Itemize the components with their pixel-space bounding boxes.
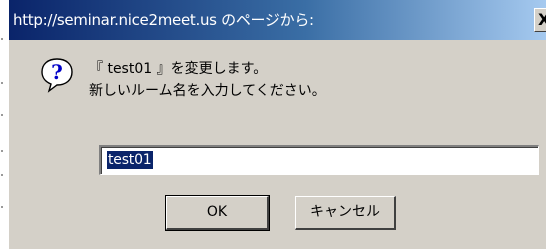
message: 『 test01 』を変更します。 新しいルーム名を入力してください。	[89, 58, 326, 102]
title-bar[interactable]: http://seminar.nice2meet.us のページから: X	[9, 0, 546, 40]
edge-mark	[1, 174, 3, 176]
close-icon: X	[538, 10, 546, 29]
dialog-title: http://seminar.nice2meet.us のページから:	[13, 11, 314, 29]
edge-mark	[1, 82, 3, 84]
prompt-dialog: http://seminar.nice2meet.us のページから: X ? …	[8, 0, 546, 249]
question-icon: ?	[41, 58, 73, 93]
input-selected-text: test01	[107, 151, 153, 169]
edge-mark	[1, 150, 3, 152]
message-line: 新しいルーム名を入力してください。	[89, 83, 326, 99]
edge-mark	[1, 206, 3, 208]
cancel-button[interactable]: キャンセル	[295, 196, 396, 230]
close-button[interactable]: X	[534, 8, 546, 32]
background-window-edge	[0, 0, 8, 249]
edge-mark	[1, 38, 3, 40]
svg-text:?: ?	[51, 60, 63, 84]
ok-button[interactable]: OK	[165, 195, 270, 231]
message-line: 『 test01 』を変更します。	[89, 61, 268, 77]
room-name-input[interactable]: test01	[99, 145, 539, 175]
edge-mark	[1, 114, 3, 116]
